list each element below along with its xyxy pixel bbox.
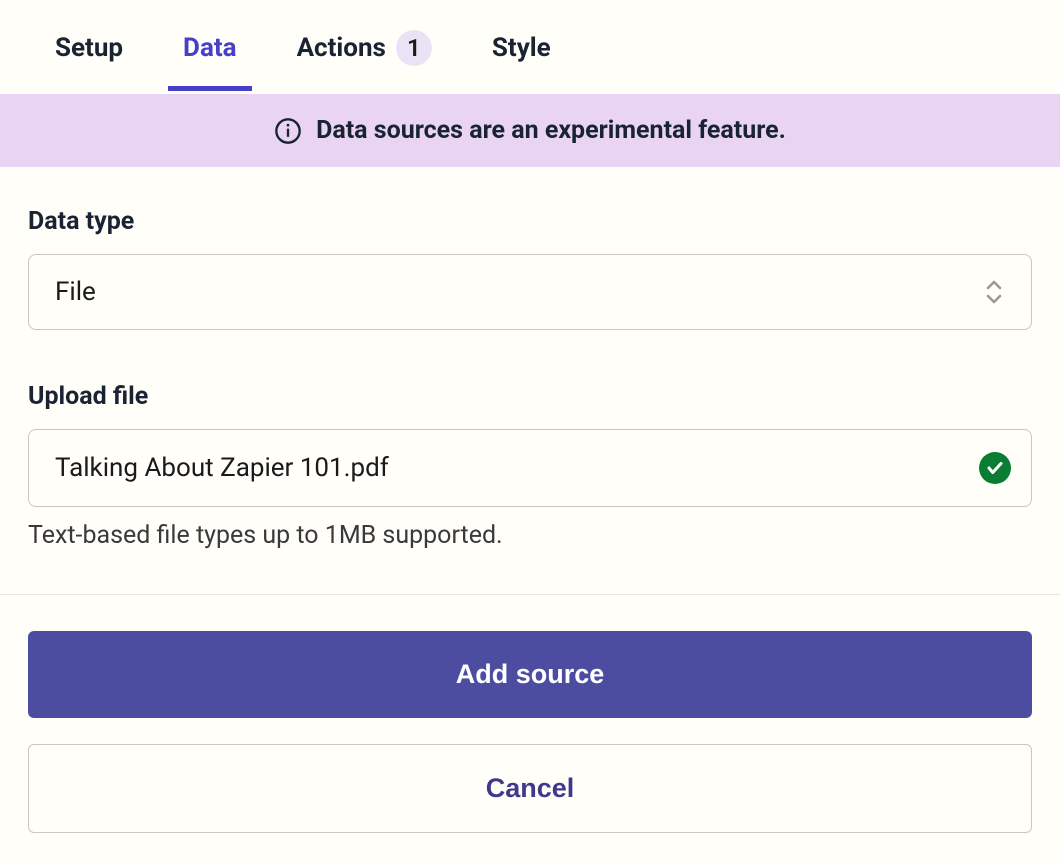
tab-setup[interactable]: Setup	[55, 33, 123, 91]
tab-actions-badge: 1	[396, 30, 432, 66]
data-type-value: File	[55, 277, 96, 307]
upload-file-label: Upload file	[28, 382, 1032, 411]
upload-file-value: Talking About Zapier 101.pdf	[55, 453, 389, 483]
tabs-nav: Setup Data Actions 1 Style	[0, 0, 1060, 94]
tab-data[interactable]: Data	[183, 33, 237, 91]
info-icon	[274, 117, 302, 145]
tab-actions[interactable]: Actions 1	[297, 30, 432, 94]
form-section: Data type File Upload file Talking About…	[0, 167, 1060, 550]
data-type-select[interactable]: File	[28, 254, 1032, 330]
button-section: Add source Cancel	[0, 595, 1060, 861]
upload-file-field[interactable]: Talking About Zapier 101.pdf	[28, 429, 1032, 507]
select-chevrons-icon	[983, 278, 1005, 306]
cancel-button[interactable]: Cancel	[28, 744, 1032, 833]
tab-actions-label: Actions	[297, 33, 386, 63]
banner-text: Data sources are an experimental feature…	[316, 116, 786, 145]
experimental-banner: Data sources are an experimental feature…	[0, 94, 1060, 167]
check-icon	[979, 452, 1011, 484]
add-source-button[interactable]: Add source	[28, 631, 1032, 718]
tab-style[interactable]: Style	[492, 33, 551, 91]
upload-hint: Text-based file types up to 1MB supporte…	[28, 521, 1032, 550]
data-type-label: Data type	[28, 207, 1032, 236]
